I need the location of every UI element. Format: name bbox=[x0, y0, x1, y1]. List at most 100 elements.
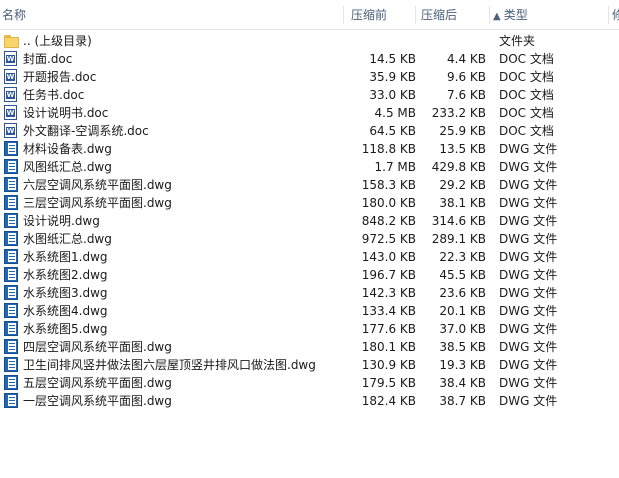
dwg-file-icon bbox=[4, 177, 18, 192]
file-type: DWG 文件 bbox=[499, 196, 558, 210]
file-row[interactable]: 三层空调风系统平面图.dwg 180.0 KB 38.1 KB DWG 文件 bbox=[0, 194, 619, 212]
file-size-before: 177.6 KB bbox=[361, 322, 416, 336]
file-row[interactable]: W 设计说明书.doc 4.5 MB 233.2 KB DOC 文档 bbox=[0, 104, 619, 122]
file-name: 水系统图2.dwg bbox=[23, 268, 108, 282]
file-size-after: 13.5 KB bbox=[439, 142, 486, 156]
word-doc-icon: W bbox=[4, 123, 17, 138]
file-size-after: 314.6 KB bbox=[431, 214, 486, 228]
file-type: DWG 文件 bbox=[499, 394, 558, 408]
file-name: 卫生间排风竖井做法图六层屋顶竖井排风口做法图.dwg bbox=[23, 358, 316, 372]
file-name-cell: 卫生间排风竖井做法图六层屋顶竖井排风口做法图.dwg bbox=[4, 356, 344, 374]
file-name: 设计说明书.doc bbox=[23, 106, 109, 120]
file-name: 水系统图1.dwg bbox=[23, 250, 108, 264]
file-name: 五层空调风系统平面图.dwg bbox=[23, 376, 172, 390]
file-size-after: 9.6 KB bbox=[447, 70, 486, 84]
file-name-cell: W 任务书.doc bbox=[4, 86, 344, 104]
file-name-cell: W 设计说明书.doc bbox=[4, 104, 344, 122]
column-divider[interactable] bbox=[343, 6, 344, 24]
file-row[interactable]: W 外文翻译-空调系统.doc 64.5 KB 25.9 KB DOC 文档 bbox=[0, 122, 619, 140]
folder-icon bbox=[4, 35, 19, 48]
file-size-before: 848.2 KB bbox=[361, 214, 416, 228]
file-row[interactable]: 五层空调风系统平面图.dwg 179.5 KB 38.4 KB DWG 文件 bbox=[0, 374, 619, 392]
file-type: DOC 文档 bbox=[499, 70, 554, 84]
file-name-cell: 水系统图4.dwg bbox=[4, 302, 344, 320]
column-header-modified[interactable]: 修 bbox=[612, 0, 619, 30]
file-type: DWG 文件 bbox=[499, 232, 558, 246]
file-row[interactable]: 六层空调风系统平面图.dwg 158.3 KB 29.2 KB DWG 文件 bbox=[0, 176, 619, 194]
column-header-type[interactable]: ▲ 类型 bbox=[493, 0, 603, 30]
file-row[interactable]: W 开题报告.doc 35.9 KB 9.6 KB DOC 文档 bbox=[0, 68, 619, 86]
file-row[interactable]: 水系统图5.dwg 177.6 KB 37.0 KB DWG 文件 bbox=[0, 320, 619, 338]
file-type: DWG 文件 bbox=[499, 214, 558, 228]
file-row[interactable]: 风图纸汇总.dwg 1.7 MB 429.8 KB DWG 文件 bbox=[0, 158, 619, 176]
file-name-cell: 三层空调风系统平面图.dwg bbox=[4, 194, 344, 212]
column-header-name[interactable]: 名称 bbox=[2, 0, 342, 30]
file-row[interactable]: 材料设备表.dwg 118.8 KB 13.5 KB DWG 文件 bbox=[0, 140, 619, 158]
file-name: 水图纸汇总.dwg bbox=[23, 232, 112, 246]
dwg-file-icon bbox=[4, 303, 18, 318]
file-type: 文件夹 bbox=[499, 34, 536, 48]
file-name-cell: 五层空调风系统平面图.dwg bbox=[4, 374, 344, 392]
column-header-type-label: 类型 bbox=[503, 8, 528, 22]
file-row[interactable]: 四层空调风系统平面图.dwg 180.1 KB 38.5 KB DWG 文件 bbox=[0, 338, 619, 356]
file-size-after: 20.1 KB bbox=[439, 304, 486, 318]
file-row[interactable]: 水系统图4.dwg 133.4 KB 20.1 KB DWG 文件 bbox=[0, 302, 619, 320]
file-name: 设计说明.dwg bbox=[23, 214, 100, 228]
file-name: 三层空调风系统平面图.dwg bbox=[23, 196, 172, 210]
file-type: DWG 文件 bbox=[499, 340, 558, 354]
dwg-file-icon bbox=[4, 141, 18, 156]
file-name: 一层空调风系统平面图.dwg bbox=[23, 394, 172, 408]
dwg-file-icon bbox=[4, 339, 18, 354]
file-name-cell: 材料设备表.dwg bbox=[4, 140, 344, 158]
file-row[interactable]: 一层空调风系统平面图.dwg 182.4 KB 38.7 KB DWG 文件 bbox=[0, 392, 619, 410]
column-header-size-after[interactable]: 压缩后 bbox=[421, 0, 487, 30]
file-size-before: 1.7 MB bbox=[374, 160, 416, 174]
file-name: 水系统图4.dwg bbox=[23, 304, 108, 318]
column-header-bar: 名称 压缩前 压缩后 ▲ 类型 修 bbox=[0, 0, 619, 30]
file-row[interactable]: 设计说明.dwg 848.2 KB 314.6 KB DWG 文件 bbox=[0, 212, 619, 230]
file-type: DWG 文件 bbox=[499, 268, 558, 282]
file-size-after: 429.8 KB bbox=[431, 160, 486, 174]
file-row[interactable]: 水图纸汇总.dwg 972.5 KB 289.1 KB DWG 文件 bbox=[0, 230, 619, 248]
file-size-after: 45.5 KB bbox=[439, 268, 486, 282]
file-size-before: 35.9 KB bbox=[369, 70, 416, 84]
column-divider[interactable] bbox=[415, 6, 416, 24]
file-row[interactable]: W 封面.doc 14.5 KB 4.4 KB DOC 文档 bbox=[0, 50, 619, 68]
file-size-before: 142.3 KB bbox=[361, 286, 416, 300]
file-name: 材料设备表.dwg bbox=[23, 142, 112, 156]
word-doc-icon: W bbox=[4, 87, 17, 102]
file-name: 风图纸汇总.dwg bbox=[23, 160, 112, 174]
dwg-file-icon bbox=[4, 357, 18, 372]
file-row[interactable]: 水系统图3.dwg 142.3 KB 23.6 KB DWG 文件 bbox=[0, 284, 619, 302]
file-name: .. (上级目录) bbox=[23, 34, 92, 48]
dwg-file-icon bbox=[4, 231, 18, 246]
file-size-after: 23.6 KB bbox=[439, 286, 486, 300]
file-name-cell: .. (上级目录) bbox=[4, 32, 344, 50]
file-type: DWG 文件 bbox=[499, 160, 558, 174]
file-row[interactable]: 水系统图1.dwg 143.0 KB 22.3 KB DWG 文件 bbox=[0, 248, 619, 266]
file-row[interactable]: 水系统图2.dwg 196.7 KB 45.5 KB DWG 文件 bbox=[0, 266, 619, 284]
dwg-file-icon bbox=[4, 249, 18, 264]
file-row[interactable]: 卫生间排风竖井做法图六层屋顶竖井排风口做法图.dwg 130.9 KB 19.3 K… bbox=[0, 356, 619, 374]
file-name-cell: 六层空调风系统平面图.dwg bbox=[4, 176, 344, 194]
file-name-cell: 水图纸汇总.dwg bbox=[4, 230, 344, 248]
file-size-after: 289.1 KB bbox=[431, 232, 486, 246]
column-divider[interactable] bbox=[608, 6, 609, 24]
file-name-cell: 风图纸汇总.dwg bbox=[4, 158, 344, 176]
file-name-cell: 水系统图1.dwg bbox=[4, 248, 344, 266]
file-name-cell: W 外文翻译-空调系统.doc bbox=[4, 122, 344, 140]
file-type: DWG 文件 bbox=[499, 322, 558, 336]
column-header-size-before[interactable]: 压缩前 bbox=[351, 0, 413, 30]
word-doc-icon: W bbox=[4, 105, 17, 120]
file-size-after: 38.1 KB bbox=[439, 196, 486, 210]
file-size-before: 130.9 KB bbox=[361, 358, 416, 372]
file-name-cell: 水系统图2.dwg bbox=[4, 266, 344, 284]
file-row[interactable]: .. (上级目录) 文件夹 bbox=[0, 32, 619, 50]
dwg-file-icon bbox=[4, 267, 18, 282]
dwg-file-icon bbox=[4, 393, 18, 408]
column-divider[interactable] bbox=[489, 6, 490, 24]
file-size-before: 33.0 KB bbox=[369, 88, 416, 102]
file-row[interactable]: W 任务书.doc 33.0 KB 7.6 KB DOC 文档 bbox=[0, 86, 619, 104]
sort-ascending-icon: ▲ bbox=[493, 11, 501, 22]
file-size-after: 22.3 KB bbox=[439, 250, 486, 264]
